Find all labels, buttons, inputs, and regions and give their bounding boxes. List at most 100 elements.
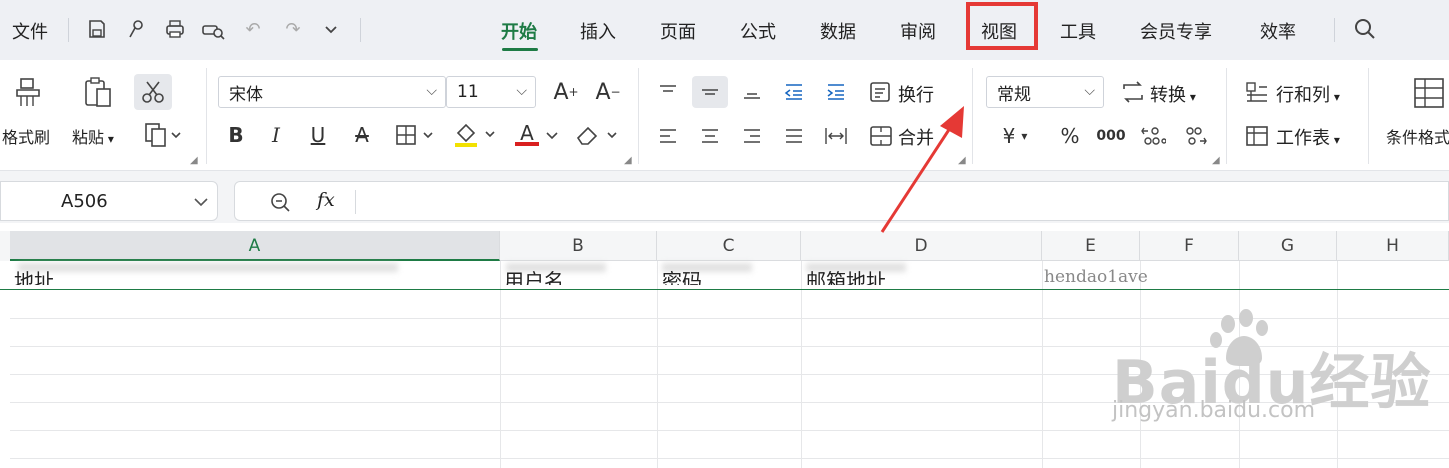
dialog-launcher-icon[interactable]: ◢ — [190, 155, 198, 166]
font-size-select[interactable]: 11 ⌵ — [446, 76, 536, 108]
column-header-a[interactable]: A — [10, 231, 500, 261]
format-painter-icon[interactable] — [10, 74, 46, 110]
grid-line — [801, 261, 802, 468]
column-header-f[interactable]: F — [1140, 231, 1239, 261]
title-menu-bar: 文件 ↶ ↷ 开始 插入 页面 公式 数据 审阅 视图 工具 会员专享 效率 — [0, 0, 1449, 60]
align-bottom-icon[interactable] — [738, 78, 766, 106]
chevron-down-icon[interactable] — [318, 16, 344, 42]
cell-c1[interactable]: 密码 — [662, 265, 702, 285]
column-header-g[interactable]: G — [1239, 231, 1337, 261]
grid-line — [10, 458, 1449, 459]
separator — [360, 18, 361, 42]
column-header-c[interactable]: C — [657, 231, 801, 261]
chevron-down-icon[interactable] — [193, 196, 209, 208]
tab-tools[interactable]: 工具 — [1060, 18, 1096, 44]
conditional-format-label[interactable]: 条件格式 — [1386, 124, 1449, 148]
active-tab-indicator — [502, 48, 538, 51]
fill-color-icon[interactable] — [452, 120, 500, 150]
thousands-separator-icon[interactable]: 000 — [1094, 122, 1128, 150]
watermark: Baidu经验 jingyan.baidu.com — [1112, 308, 1442, 438]
save-icon[interactable] — [84, 16, 110, 42]
strikethrough-icon[interactable]: A — [350, 122, 374, 148]
tab-page[interactable]: 页面 — [660, 18, 696, 44]
align-middle-icon[interactable] — [692, 76, 728, 108]
increase-decimal-icon[interactable] — [1138, 122, 1168, 150]
tab-review[interactable]: 审阅 — [900, 18, 936, 44]
tab-efficiency[interactable]: 效率 — [1260, 18, 1296, 44]
conditional-format-icon[interactable] — [1410, 74, 1448, 112]
name-box[interactable]: A506 — [0, 181, 218, 221]
tab-insert[interactable]: 插入 — [580, 18, 616, 44]
highlight-box — [966, 2, 1038, 50]
font-color-icon[interactable]: A — [512, 120, 560, 150]
convert-icon[interactable] — [1118, 78, 1148, 106]
italic-icon[interactable]: I — [264, 122, 288, 148]
underline-icon[interactable]: U — [306, 122, 330, 148]
align-right-icon[interactable] — [738, 122, 766, 150]
formula-input[interactable]: fx — [234, 181, 1449, 221]
tab-data[interactable]: 数据 — [820, 18, 856, 44]
zoom-formula-icon[interactable] — [269, 191, 291, 213]
borders-icon[interactable] — [394, 122, 438, 148]
blurred-text — [18, 263, 398, 272]
grid-line — [657, 261, 658, 468]
cell-b1[interactable]: 用户名 — [504, 265, 564, 285]
dialog-launcher-icon[interactable]: ◢ — [624, 155, 632, 166]
worksheet-icon[interactable] — [1242, 122, 1272, 150]
currency-icon[interactable]: ¥ ▾ — [994, 122, 1036, 150]
rows-columns-label[interactable]: 行和列 ▾ — [1276, 81, 1340, 107]
decrease-decimal-icon[interactable] — [1180, 122, 1210, 150]
worksheet-label[interactable]: 工作表 ▾ — [1276, 124, 1340, 150]
share-icon[interactable] — [122, 16, 148, 42]
redo-icon[interactable]: ↷ — [280, 16, 306, 42]
tab-formula[interactable]: 公式 — [740, 18, 776, 44]
align-center-icon[interactable] — [696, 122, 724, 150]
bold-icon[interactable]: B — [224, 122, 248, 148]
ribbon-home: 格式刷 粘贴 ▾ ◢ 宋体⌵ 11⌵ A+ A− B I U A A ◢ — [0, 60, 1449, 171]
ribbon-gap — [0, 171, 1449, 181]
clear-format-icon[interactable] — [574, 120, 622, 150]
percent-icon[interactable]: % — [1056, 122, 1084, 150]
justify-icon[interactable] — [780, 122, 808, 150]
file-menu[interactable]: 文件 — [12, 18, 48, 44]
dialog-launcher-icon[interactable]: ◢ — [1212, 155, 1220, 166]
print-icon[interactable] — [162, 16, 188, 42]
fx-icon[interactable]: fx — [317, 189, 335, 211]
search-icon[interactable] — [1352, 16, 1378, 42]
increase-indent-icon[interactable] — [822, 78, 850, 106]
align-left-icon[interactable] — [654, 122, 682, 150]
paste-icon[interactable] — [80, 74, 116, 110]
font-name-select[interactable]: 宋体 ⌵ — [218, 76, 446, 108]
separator — [68, 18, 69, 42]
cut-icon[interactable] — [134, 74, 172, 110]
column-header-h[interactable]: H — [1337, 231, 1449, 261]
group-separator — [206, 68, 207, 164]
copy-icon[interactable] — [140, 120, 184, 150]
group-separator — [1368, 68, 1369, 164]
tab-member[interactable]: 会员专享 — [1140, 18, 1212, 44]
decrease-indent-icon[interactable] — [780, 78, 808, 106]
cell-a1[interactable]: 地址 — [14, 265, 54, 285]
annotation-arrow-icon — [880, 106, 964, 233]
column-header-e[interactable]: E — [1042, 231, 1140, 261]
rows-columns-icon[interactable] — [1242, 78, 1272, 106]
formula-bar: A506 fx — [0, 181, 1449, 223]
number-format-select[interactable]: 常规 ⌵ — [986, 76, 1104, 108]
decrease-font-icon[interactable]: A − — [594, 78, 622, 106]
increase-font-icon[interactable]: A + — [552, 78, 580, 106]
paste-label[interactable]: 粘贴 ▾ — [72, 124, 114, 148]
column-header-b[interactable]: B — [500, 231, 657, 261]
format-painter-label[interactable]: 格式刷 — [2, 124, 50, 148]
distribute-icon[interactable] — [822, 122, 850, 150]
cell-reference: A506 — [61, 191, 108, 212]
cell-d1[interactable]: 邮箱地址 — [806, 265, 886, 285]
separator — [1334, 18, 1335, 42]
tab-home[interactable]: 开始 — [501, 18, 537, 44]
print-preview-icon[interactable] — [200, 16, 226, 42]
watermark-url: jingyan.baidu.com — [1112, 398, 1316, 423]
freeze-line — [0, 289, 1449, 290]
undo-icon[interactable]: ↶ — [240, 16, 266, 42]
align-top-icon[interactable] — [654, 78, 682, 106]
convert-label[interactable]: 转换 ▾ — [1150, 81, 1196, 107]
cell-e1[interactable]: hendao1ave — [1044, 267, 1148, 287]
